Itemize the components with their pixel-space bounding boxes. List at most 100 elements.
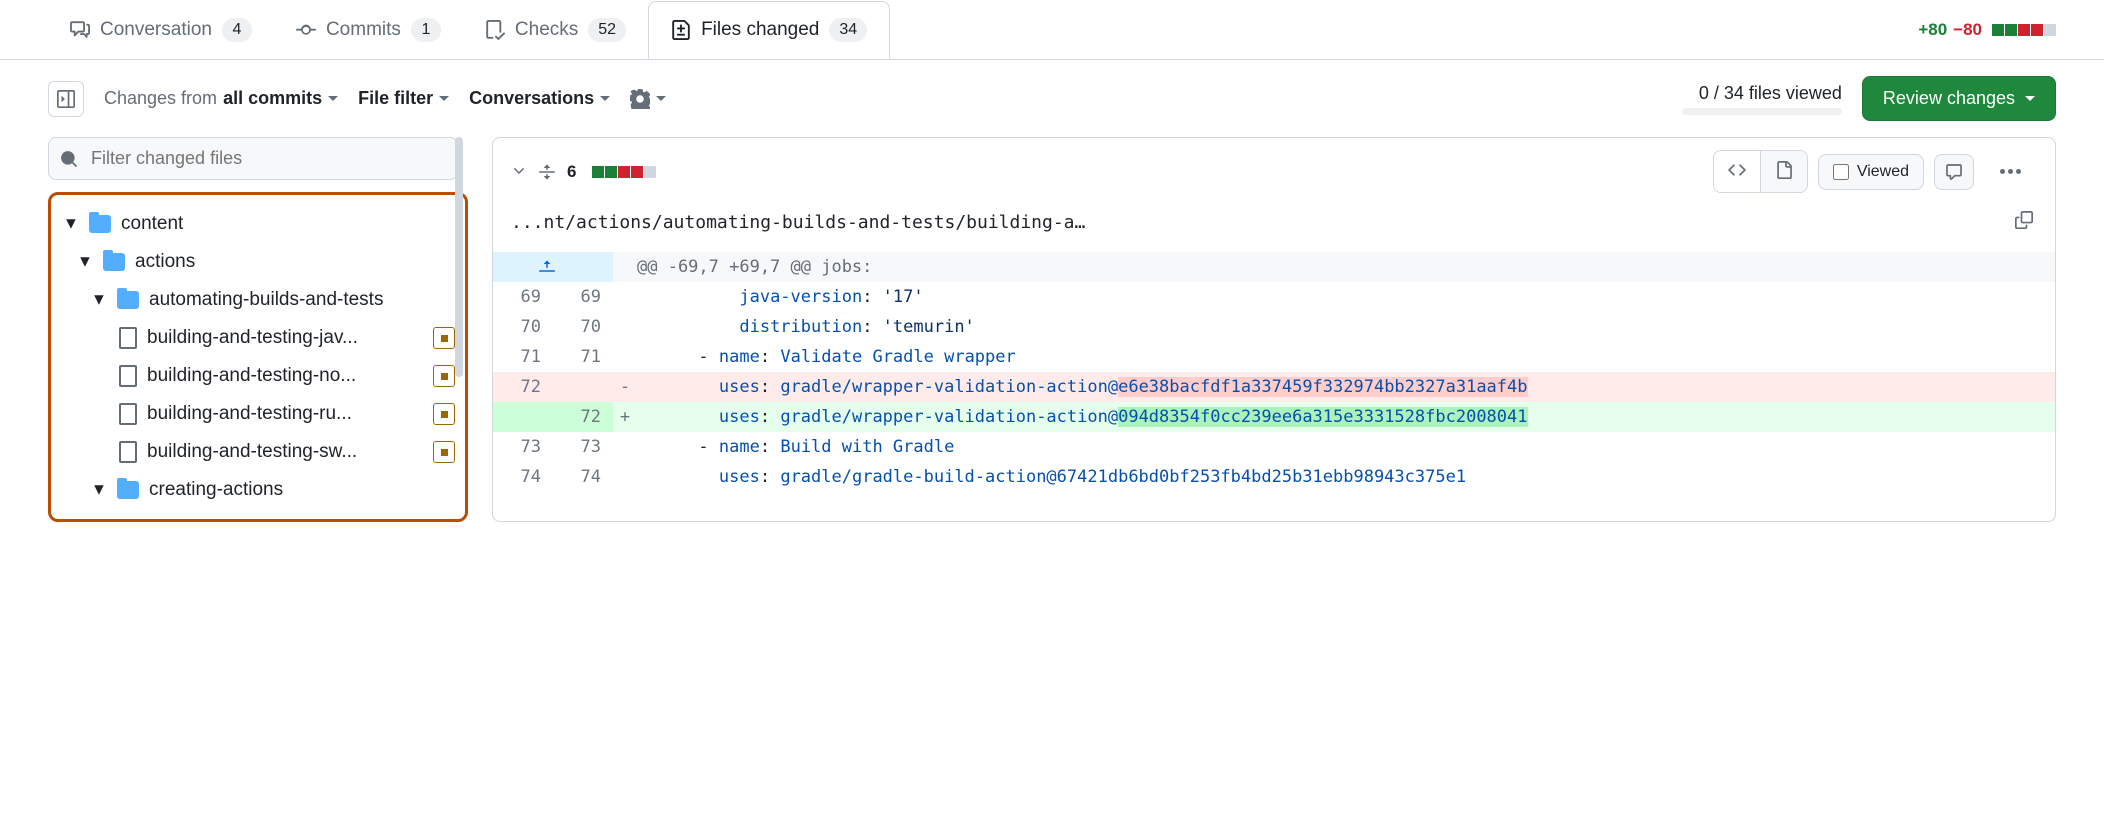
code-content: java-version: '17' — [637, 282, 2055, 312]
tree-label: building-and-testing-jav... — [147, 327, 423, 349]
folder-icon — [117, 291, 139, 309]
code-content: uses: gradle/gradle-build-action@67421db… — [637, 462, 2055, 492]
chevron-down-icon — [511, 162, 527, 178]
tree-file[interactable]: building-and-testing-ru... — [55, 395, 461, 433]
file-icon — [119, 365, 137, 387]
toggle-tree-button[interactable] — [48, 81, 84, 117]
comment-icon — [1945, 163, 1963, 181]
tab-conversation[interactable]: Conversation 4 — [48, 1, 274, 59]
tab-label: Checks — [515, 19, 578, 41]
folder-icon — [89, 215, 111, 233]
file-tree-sidebar: ▸ content ▸ actions ▸ automating-builds-… — [48, 137, 468, 522]
diff-line[interactable]: 7474 uses: gradle/gradle-build-action@67… — [493, 462, 2055, 492]
conversations-dropdown[interactable]: Conversations — [469, 88, 610, 109]
tab-counter: 34 — [829, 18, 867, 42]
caret-down-icon — [600, 96, 610, 101]
tree-label: content — [121, 213, 455, 235]
diff-marker — [613, 462, 637, 492]
old-line-number: 70 — [493, 312, 553, 342]
search-icon — [60, 150, 78, 168]
review-changes-button[interactable]: Review changes — [1862, 76, 2056, 121]
code-content: - name: Build with Gradle — [637, 432, 2055, 462]
tree-folder-automating[interactable]: ▸ automating-builds-and-tests — [55, 281, 461, 319]
old-line-number: 72 — [493, 372, 553, 402]
diff-marker — [613, 312, 637, 342]
tree-label: building-and-testing-sw... — [147, 441, 423, 463]
viewed-toggle[interactable]: Viewed — [1818, 154, 1924, 190]
diff-line[interactable]: 7373 - name: Build with Gradle — [493, 432, 2055, 462]
progress-bar — [1682, 108, 1842, 115]
tab-counter: 4 — [222, 18, 252, 42]
conversations-label: Conversations — [469, 88, 594, 109]
copy-path-button[interactable] — [2011, 207, 2037, 238]
diff-line[interactable]: 7171 - name: Validate Gradle wrapper — [493, 342, 2055, 372]
new-line-number: 72 — [553, 402, 613, 432]
diff-line[interactable]: 72+ uses: gradle/wrapper-validation-acti… — [493, 402, 2055, 432]
diff-line[interactable]: 72- uses: gradle/wrapper-validation-acti… — [493, 372, 2055, 402]
diffstat-summary: +80 −80 — [1918, 20, 2056, 40]
diff-marker — [613, 342, 637, 372]
viewed-label: Viewed — [1857, 163, 1909, 181]
viewed-checkbox[interactable] — [1833, 164, 1849, 180]
expand-up-button[interactable] — [493, 252, 613, 282]
caret-down-icon — [439, 96, 449, 101]
tree-file[interactable]: building-and-testing-no... — [55, 357, 461, 395]
filter-files-input[interactable] — [48, 137, 458, 180]
hunk-header: @@ -69,7 +69,7 @@ jobs: — [493, 252, 2055, 282]
diffstat-blocks — [592, 166, 656, 178]
git-commit-icon — [296, 20, 316, 40]
tab-label: Files changed — [701, 19, 819, 41]
tree-file[interactable]: building-and-testing-sw... — [55, 433, 461, 471]
fold-up-icon — [539, 259, 555, 275]
copy-icon — [2015, 211, 2033, 229]
diff-settings-dropdown[interactable] — [630, 89, 666, 109]
new-line-number: 70 — [553, 312, 613, 342]
gear-icon — [630, 89, 650, 109]
tab-commits[interactable]: Commits 1 — [274, 1, 463, 59]
tab-checks[interactable]: Checks 52 — [463, 1, 648, 59]
tab-label: Commits — [326, 19, 401, 41]
chevron-down-icon: ▸ — [93, 483, 107, 497]
tab-label: Conversation — [100, 19, 212, 41]
unfold-icon — [539, 164, 555, 180]
changes-from-prefix: Changes from — [104, 88, 217, 109]
caret-down-icon — [656, 96, 666, 101]
source-view-button[interactable] — [1714, 151, 1761, 192]
tree-label: building-and-testing-ru... — [147, 403, 423, 425]
diffstat-blocks — [1992, 24, 2056, 36]
file-filter-dropdown[interactable]: File filter — [358, 88, 449, 109]
tree-label: building-and-testing-no... — [147, 365, 423, 387]
rendered-view-button[interactable] — [1761, 151, 1807, 192]
progress-text: 0 / 34 files viewed — [1699, 83, 1842, 104]
new-line-number — [553, 372, 613, 402]
comment-on-file-button[interactable] — [1934, 154, 1974, 190]
modified-badge-icon — [433, 403, 455, 425]
review-changes-label: Review changes — [1883, 88, 2015, 109]
caret-down-icon — [328, 96, 338, 101]
file-path[interactable]: ...nt/actions/automating-builds-and-test… — [511, 212, 1997, 233]
deletions-count: −80 — [1953, 20, 1982, 40]
scrollbar[interactable] — [455, 137, 463, 377]
file-diff-icon — [671, 20, 691, 40]
file-icon — [119, 403, 137, 425]
diff-line[interactable]: 7070 distribution: 'temurin' — [493, 312, 2055, 342]
sidebar-collapse-icon — [57, 90, 75, 108]
code-icon — [1728, 161, 1746, 179]
additions-count: +80 — [1918, 20, 1947, 40]
file-filter-label: File filter — [358, 88, 433, 109]
tree-folder-creating[interactable]: ▸ creating-actions — [55, 471, 461, 509]
expand-all-button[interactable] — [539, 164, 555, 180]
comment-discussion-icon — [70, 20, 90, 40]
tree-folder-actions[interactable]: ▸ actions — [55, 243, 461, 281]
tree-file[interactable]: building-and-testing-jav... — [55, 319, 461, 357]
chevron-down-icon: ▸ — [65, 217, 79, 231]
changes-from-value: all commits — [223, 88, 322, 109]
collapse-file-button[interactable] — [511, 162, 527, 181]
file-menu-button[interactable] — [1984, 155, 2037, 188]
changes-from-dropdown[interactable]: Changes from all commits — [104, 88, 338, 109]
tab-files-changed[interactable]: Files changed 34 — [648, 1, 890, 59]
code-content: uses: gradle/wrapper-validation-action@0… — [637, 402, 2055, 432]
tree-folder-content[interactable]: ▸ content — [55, 205, 461, 243]
caret-down-icon — [2025, 96, 2035, 101]
diff-line[interactable]: 6969 java-version: '17' — [493, 282, 2055, 312]
